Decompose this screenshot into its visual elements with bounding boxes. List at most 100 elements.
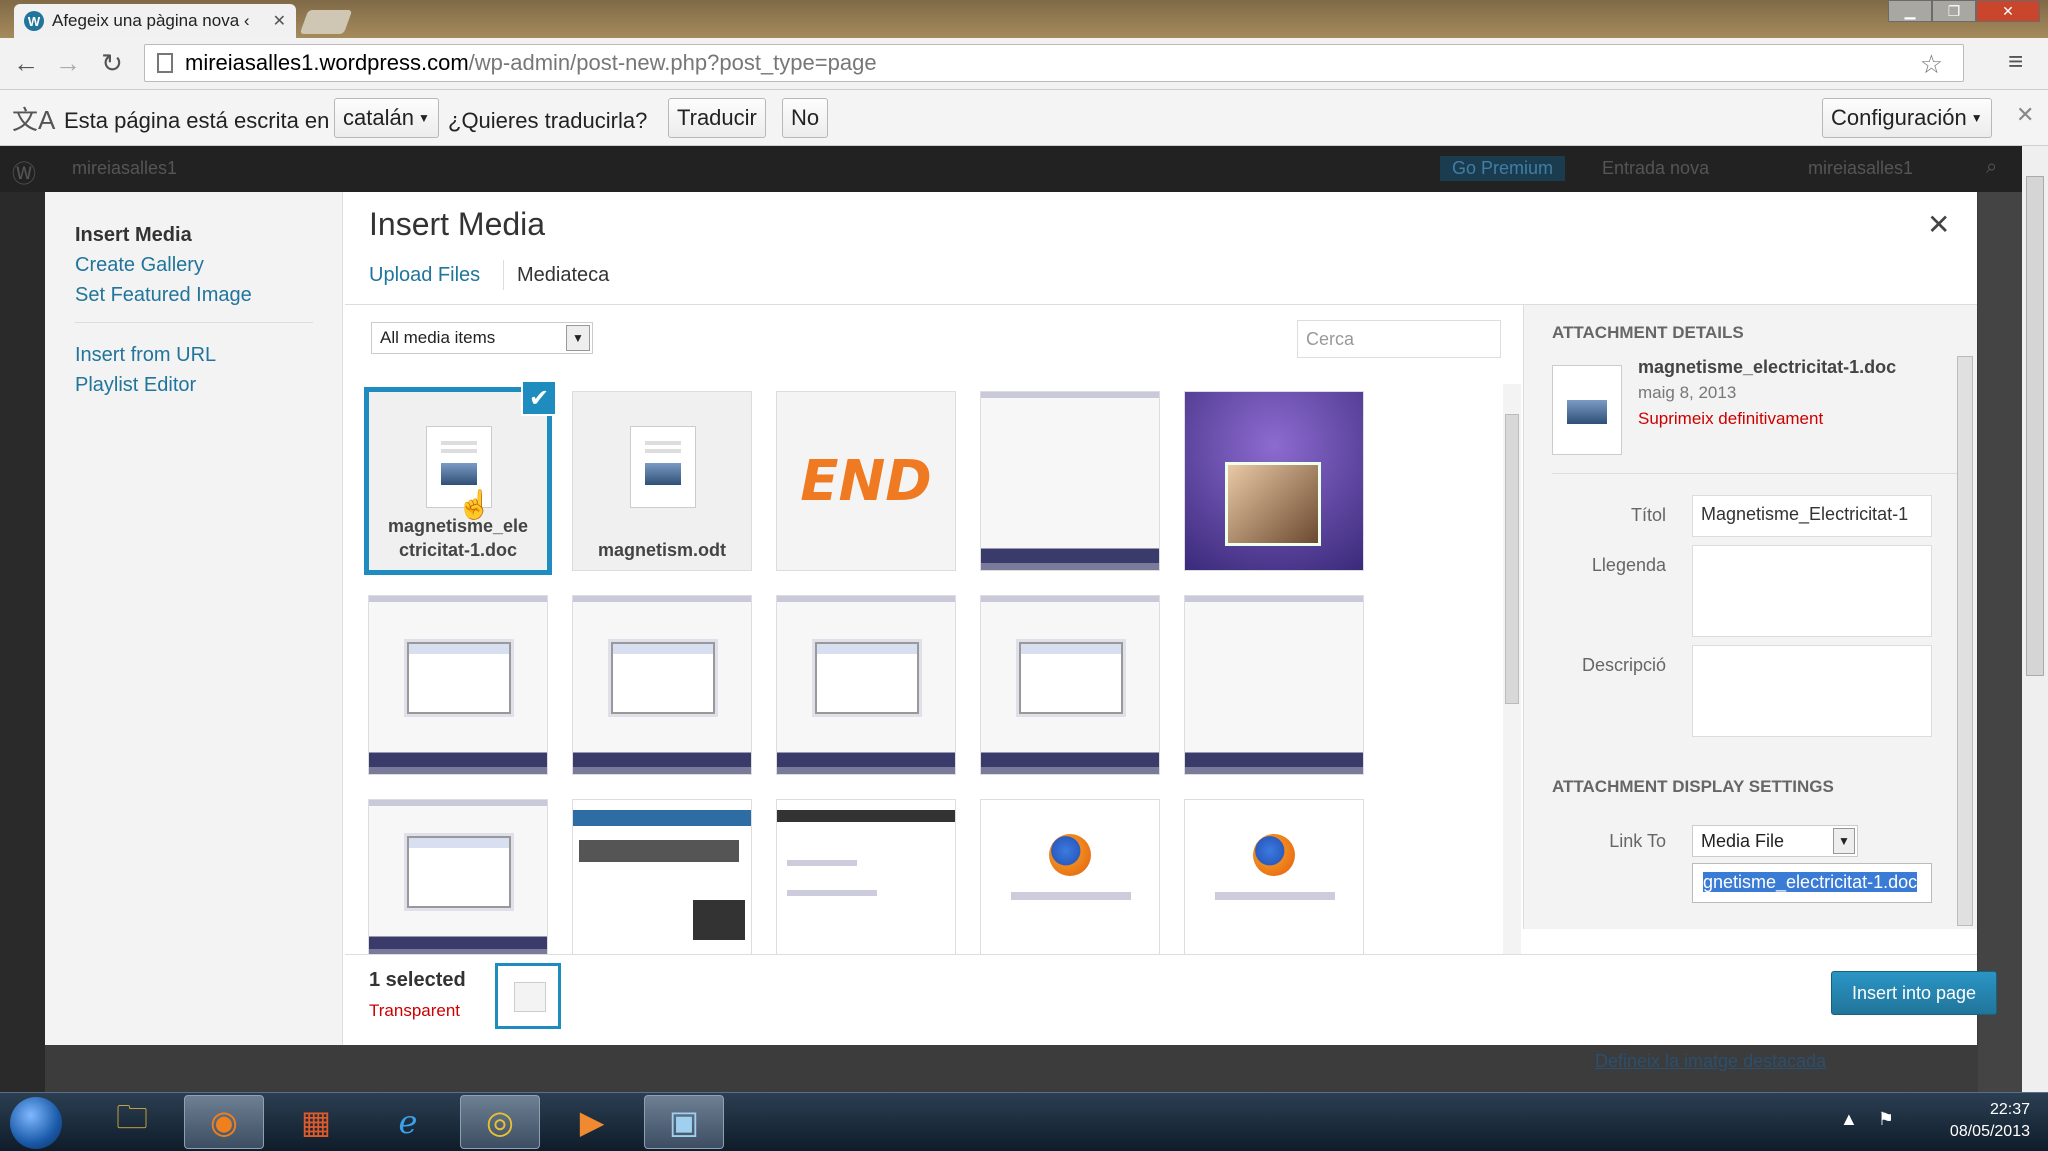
url-path: /wp-admin/post-new.php?post_type=page xyxy=(468,50,877,75)
translate-config-button[interactable]: Configuración ▼ xyxy=(1822,98,1992,138)
office-icon[interactable]: ▦ xyxy=(276,1095,356,1149)
grid-scrollbar[interactable] xyxy=(1503,384,1521,964)
menu-insert-media[interactable]: Insert Media xyxy=(75,224,192,247)
window-close-icon[interactable]: ✕ xyxy=(1976,0,2040,22)
language-value: catalán xyxy=(343,105,414,130)
dialog-screenshot-image xyxy=(611,642,715,714)
grid-scroll-thumb[interactable] xyxy=(1505,414,1519,704)
attachment-thumb[interactable] xyxy=(573,800,751,955)
go-premium-button[interactable]: Go Premium xyxy=(1440,156,1566,181)
page-scrollbar[interactable] xyxy=(2022,146,2048,1092)
attachment-thumb[interactable] xyxy=(573,596,751,774)
search-box-image xyxy=(1011,892,1131,900)
back-icon[interactable]: ← xyxy=(10,48,42,79)
translate-button[interactable]: Traducir xyxy=(668,98,766,138)
tab-upload-files[interactable]: Upload Files xyxy=(369,264,480,287)
page-scroll-thumb[interactable] xyxy=(2026,176,2044,676)
start-button[interactable] xyxy=(10,1097,62,1149)
browser-tab[interactable]: W Afegeix una pàgina nova ‹ ✕ xyxy=(14,4,296,38)
details-scrollbar[interactable] xyxy=(1955,310,1975,950)
forward-icon[interactable]: → xyxy=(52,48,84,79)
no-translate-button[interactable]: No xyxy=(782,98,829,138)
attachment-thumb[interactable] xyxy=(981,392,1159,570)
attachment-preview-icon xyxy=(1552,365,1622,455)
admin-user-name[interactable]: mireiasalles1 xyxy=(1808,158,1913,179)
media-filter-select[interactable]: All media items ▼ xyxy=(371,322,593,354)
tab-media-library[interactable]: Mediateca xyxy=(517,264,609,287)
description-textarea[interactable] xyxy=(1692,645,1932,737)
link-to-select[interactable]: Media File ▼ xyxy=(1692,825,1858,857)
new-post-link[interactable]: Entrada nova xyxy=(1602,158,1709,179)
attachment-thumb[interactable]: magnetisme_ele ctricitat-1.doc ☝ xyxy=(369,392,547,570)
attachment-thumb[interactable] xyxy=(777,800,955,955)
reload-icon[interactable]: ↻ xyxy=(96,48,128,79)
attachment-thumb[interactable]: magnetism.odt xyxy=(573,392,751,570)
insert-into-page-button[interactable]: Insert into page xyxy=(1831,971,1997,1015)
selected-check-icon[interactable]: ✔ xyxy=(521,380,557,416)
new-tab-button[interactable] xyxy=(299,10,353,34)
title-input[interactable]: Magnetisme_Electricitat-1 xyxy=(1692,495,1932,537)
language-select[interactable]: catalán ▼ xyxy=(334,98,439,138)
caption-label: Llegenda xyxy=(1591,555,1666,575)
attachment-thumb[interactable] xyxy=(777,596,955,774)
internet-explorer-icon[interactable]: ℯ xyxy=(368,1095,448,1149)
link-url-input[interactable]: gnetisme_electricitat-1.doc xyxy=(1692,863,1932,903)
menu-set-featured-image[interactable]: Set Featured Image xyxy=(75,284,252,307)
webpage-header-image xyxy=(573,810,751,826)
wp-admin-bar: Ⓦ mireiasalles1 Go Premium Entrada nova … xyxy=(0,146,2048,192)
close-modal-icon[interactable]: ✕ xyxy=(1927,208,1950,241)
close-infobar-icon[interactable]: ✕ xyxy=(2016,102,2034,128)
maximize-icon[interactable]: ❐ xyxy=(1932,0,1976,22)
attachment-thumb[interactable] xyxy=(981,596,1159,774)
menu-insert-from-url[interactable]: Insert from URL xyxy=(75,344,216,367)
chrome-taskbar-icon[interactable]: ◎ xyxy=(460,1095,540,1149)
delete-permanently-link[interactable]: Suprimeix definitivament xyxy=(1638,409,1823,429)
action-center-flag-icon[interactable]: ⚑ xyxy=(1878,1109,1894,1129)
file-explorer-icon[interactable]: 🗀 xyxy=(92,1095,172,1149)
details-scroll-thumb[interactable] xyxy=(1957,356,1973,926)
minimize-icon[interactable]: ▁ xyxy=(1888,0,1932,22)
clear-selection-link[interactable]: Transparent xyxy=(369,1001,460,1021)
wordpress-logo-icon[interactable]: Ⓦ xyxy=(12,154,36,189)
attachment-date: maig 8, 2013 xyxy=(1638,383,1737,402)
wordpress-favicon-icon: W xyxy=(24,11,44,31)
media-player-icon[interactable]: ▶ xyxy=(552,1095,632,1149)
tray-arrow-icon[interactable]: ▲ xyxy=(1840,1109,1858,1129)
chevron-down-icon: ▼ xyxy=(1970,111,1983,125)
background-editor-area: Defineix la imatge destacada xyxy=(45,1045,1978,1092)
firefox-taskbar-icon[interactable]: ◉ xyxy=(184,1095,264,1149)
admin-search-icon[interactable]: ⌕ xyxy=(1986,156,1997,179)
media-menu: Insert Media Create Gallery Set Featured… xyxy=(45,192,343,1045)
attachment-thumb[interactable] xyxy=(369,800,547,955)
link-to-label: Link To xyxy=(1609,831,1666,851)
attachment-filename: magnetisme_electricitat-1.doc xyxy=(387,516,529,560)
attachment-thumb[interactable] xyxy=(1185,596,1363,774)
attachment-thumb[interactable] xyxy=(1185,800,1363,955)
browser-tab-strip: W Afegeix una pàgina nova ‹ ✕ ▁ ❐ ✕ xyxy=(0,0,2048,38)
media-search-input[interactable]: Cerca xyxy=(1297,320,1501,358)
system-clock[interactable]: 22:37 08/05/2013 xyxy=(1950,1099,2030,1143)
menu-separator xyxy=(75,322,313,323)
menu-playlist-editor[interactable]: Playlist Editor xyxy=(75,374,196,397)
display-settings-heading: Attachment Display Settings xyxy=(1552,777,1834,796)
admin-site-name[interactable]: mireiasalles1 xyxy=(72,158,177,179)
attachment-thumb[interactable] xyxy=(369,596,547,774)
menu-create-gallery[interactable]: Create Gallery xyxy=(75,254,204,277)
webpage-banner-image xyxy=(579,840,739,862)
attachment-filename: magnetism.odt xyxy=(597,540,726,560)
attachment-thumb[interactable] xyxy=(981,800,1159,955)
title-label: Títol xyxy=(1630,505,1666,525)
attachment-thumb[interactable] xyxy=(1185,392,1363,570)
selection-thumbnail[interactable] xyxy=(495,963,561,1029)
screen-recorder-icon[interactable]: ▣ xyxy=(644,1095,724,1149)
bookmark-star-icon[interactable]: ☆ xyxy=(1920,49,1943,80)
caption-textarea[interactable] xyxy=(1692,545,1932,637)
url-bar[interactable]: mireiasalles1.wordpress.com /wp-admin/po… xyxy=(144,44,1964,82)
attachment-thumb[interactable]: END xyxy=(777,392,955,570)
chrome-menu-icon[interactable]: ≡ xyxy=(2008,46,2023,77)
search-box-image xyxy=(1215,892,1335,900)
admin-sidebar-dimmed xyxy=(0,192,45,1092)
firefox-logo-icon xyxy=(1253,834,1295,876)
dialog-screenshot-image xyxy=(815,642,919,714)
close-tab-icon[interactable]: ✕ xyxy=(273,11,286,31)
